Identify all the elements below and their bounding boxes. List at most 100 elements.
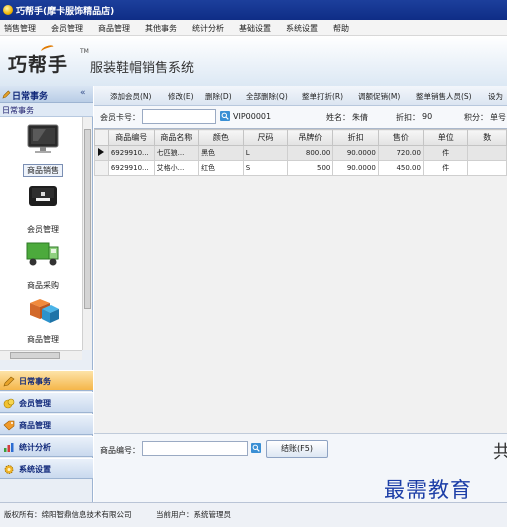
discount-value: 90 [422,112,433,121]
cell-sale-price[interactable]: 450.00 [377,160,424,176]
cell-product-name[interactable]: 七匹狼... [153,145,200,161]
bottom-bar: 商品编号： 结账(F5) 共 最需教育 [94,433,507,502]
collapse-panel-button[interactable]: « [80,88,86,98]
icon-area-vertical-scrollbar[interactable] [82,117,92,350]
search-icon[interactable] [251,443,261,453]
order-discount-button[interactable]: 整单打折(R) [302,91,343,102]
menu-stats[interactable]: 统计分析 [192,23,224,34]
cell-sale-price[interactable]: 720.00 [377,145,424,161]
column-header[interactable]: 单位 [422,129,469,146]
shortcut-label: 商品采购 [27,281,59,290]
sales-grid: 商品编号 商品名称 颜色 尺码 吊牌价 折扣 售价 单位 数 6929910..… [94,128,507,433]
cell-discount[interactable]: 90.0000 [332,145,379,161]
search-icon[interactable] [220,111,230,121]
scrollbar-thumb[interactable] [10,352,60,359]
member-name-value: 朱倩 [352,113,368,122]
gear-icon [4,465,14,474]
order-salesperson-button[interactable]: 整单销售人员(S) [416,91,472,102]
pencil-icon [2,90,11,99]
watermark-text: 最需教育 [384,478,472,502]
cell-discount[interactable]: 90.0000 [332,160,379,176]
menu-bar: 销售管理 会员管理 商品管理 其他事务 统计分析 基础设置 系统设置 帮助 [0,20,507,36]
nav-statistics[interactable]: 统计分析 [0,436,93,457]
copyright-text: 版权所有：绵阳智鼎信息技术有限公司 [4,510,132,519]
monitor-icon [27,124,59,153]
shortcut-product-purchase[interactable]: 商品采购 [8,237,78,291]
column-header[interactable]: 尺码 [242,129,289,146]
app-icon [3,5,13,15]
delete-button[interactable]: 删除(D) [205,91,232,102]
cell-size[interactable]: S [242,160,289,176]
card-number-input[interactable] [142,109,216,124]
cell-unit[interactable]: 件 [422,145,469,161]
table-row[interactable]: 6929910... 艾格小... 红色 S 500 90.0000 450.0… [94,160,507,176]
table-header-row: 商品编号 商品名称 颜色 尺码 吊牌价 折扣 售价 单位 数 [94,129,507,146]
settle-button[interactable]: 结账(F5) [266,440,328,458]
card-number-label: 会员卡号： [100,113,140,122]
shortcut-label: 商品销售 [23,164,63,177]
current-user-text: 当前用户：系统管理员 [156,510,231,519]
set-as-button[interactable]: 设为 [488,91,503,102]
shortcut-member-management[interactable]: 会员管理 [8,181,78,235]
tag-icon [3,420,15,431]
trademark-mark: TM [80,48,89,55]
cell-quantity[interactable] [467,160,507,176]
coins-icon [3,398,15,409]
cell-unit[interactable]: 件 [422,160,469,176]
points-value: 单号 [490,113,506,122]
toolbar: 添加会员(N) 修改(E) 删除(D) 全部删除(Q) 整单打折(R) 调额促销… [94,86,507,106]
app-subtitle: 服装鞋帽销售系统 [90,60,195,75]
nav-label: 系统设置 [19,465,51,474]
nav-label: 会员管理 [19,399,51,408]
product-code-input[interactable] [142,441,248,456]
column-header[interactable]: 折扣 [332,129,379,146]
shortcut-product-management[interactable]: 商品管理 [8,291,78,345]
column-header[interactable]: 吊牌价 [287,129,334,146]
row-pointer-icon [94,145,109,161]
boxes-icon [30,299,59,323]
shortcut-label: 会员管理 [27,225,59,234]
promotion-button[interactable]: 调额促销(M) [358,91,400,102]
menu-system-settings[interactable]: 系统设置 [286,23,318,34]
nav-product-management[interactable]: 商品管理 [0,414,93,435]
cell-product-code[interactable]: 6929910... [107,145,155,161]
column-header[interactable]: 商品名称 [153,129,200,146]
menu-members[interactable]: 会员管理 [51,23,83,34]
window-title: 巧帮手(摩卡服饰精品店) [16,7,115,17]
edit-button[interactable]: 修改(E) [168,91,194,102]
column-header[interactable]: 颜色 [198,129,244,146]
menu-other[interactable]: 其他事务 [145,23,177,34]
icon-area-horizontal-scrollbar[interactable] [0,350,82,360]
cell-product-code[interactable]: 6929910... [107,160,155,176]
shortcut-product-sales[interactable]: 商品销售 [8,123,78,177]
banner: 巧帮手 TM 服装鞋帽销售系统 [0,36,507,86]
cell-color[interactable]: 红色 [198,160,244,176]
cell-quantity[interactable] [467,145,507,161]
total-label: 共 [493,442,507,463]
nav-member-management[interactable]: 会员管理 [0,392,93,413]
delete-all-button[interactable]: 全部删除(Q) [246,91,288,102]
menu-sales[interactable]: 销售管理 [4,23,36,34]
table-row[interactable]: 6929910... 七匹狼... 黑色 L 800.00 90.0000 72… [94,145,507,161]
member-name-label: 姓名： [326,113,350,122]
shortcut-label: 商品管理 [27,335,59,344]
nav-daily-affairs[interactable]: 日常事务 [0,370,93,391]
scrollbar-thumb[interactable] [84,129,91,309]
cell-tag-price[interactable]: 500 [287,160,334,176]
cell-size[interactable]: L [242,145,289,161]
cell-tag-price[interactable]: 800.00 [287,145,334,161]
menu-products[interactable]: 商品管理 [98,23,130,34]
card-number-value: VIP00001 [233,112,272,121]
menu-basic-settings[interactable]: 基础设置 [239,23,271,34]
points-label: 积分： [464,113,488,122]
nav-system-settings[interactable]: 系统设置 [0,458,93,479]
title-bar: 巧帮手(摩卡服饰精品店) [0,0,507,20]
column-header[interactable]: 售价 [377,129,424,146]
add-member-button[interactable]: 添加会员(N) [110,91,151,102]
column-header[interactable]: 商品编号 [107,129,155,146]
status-bar: 版权所有：绵阳智鼎信息技术有限公司 当前用户：系统管理员 [0,502,507,527]
cell-color[interactable]: 黑色 [198,145,244,161]
menu-help[interactable]: 帮助 [333,23,349,34]
cell-product-name[interactable]: 艾格小... [153,160,200,176]
column-header[interactable]: 数 [467,129,507,146]
